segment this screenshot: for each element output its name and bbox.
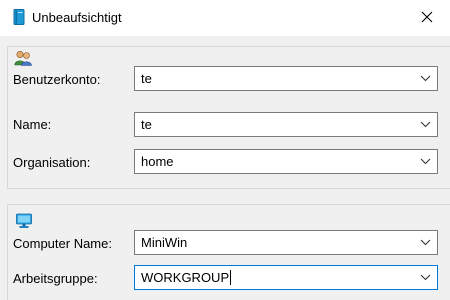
- user-account-label: Benutzerkonto:: [13, 72, 101, 87]
- organisation-combobox[interactable]: home: [134, 149, 438, 174]
- close-icon: [421, 11, 433, 23]
- organisation-label: Organisation:: [13, 155, 91, 170]
- dialog-window: Unbeaufsichtigt Benutzerkonto: te Name: …: [0, 0, 450, 300]
- title-bar: Unbeaufsichtigt: [0, 0, 450, 36]
- workgroup-value-wrap: WORKGROUP: [141, 266, 232, 289]
- computer-name-value: MiniWin: [141, 235, 188, 250]
- workgroup-value: WORKGROUP: [141, 270, 230, 285]
- chevron-down-icon: [420, 274, 431, 281]
- name-label: Name:: [13, 117, 52, 132]
- chevron-down-icon: [420, 158, 431, 165]
- computer-name-combobox[interactable]: MiniWin: [134, 230, 438, 255]
- organisation-value: home: [141, 154, 174, 169]
- chevron-down-icon: [420, 121, 431, 128]
- name-combobox[interactable]: te: [134, 112, 438, 137]
- window-title: Unbeaufsichtigt: [32, 10, 122, 25]
- chevron-down-icon: [420, 75, 431, 82]
- name-value: te: [141, 117, 152, 132]
- text-caret: [230, 270, 232, 285]
- workgroup-combobox[interactable]: WORKGROUP: [134, 265, 438, 290]
- computer-icon: [16, 213, 32, 228]
- computer-name-label: Computer Name:: [13, 236, 112, 251]
- users-icon: [14, 50, 32, 66]
- workgroup-label: Arbeitsgruppe:: [13, 271, 98, 286]
- user-account-combobox[interactable]: te: [134, 66, 438, 91]
- user-account-value: te: [141, 71, 152, 86]
- book-icon: [13, 9, 25, 25]
- close-button[interactable]: [404, 0, 450, 34]
- chevron-down-icon: [420, 239, 431, 246]
